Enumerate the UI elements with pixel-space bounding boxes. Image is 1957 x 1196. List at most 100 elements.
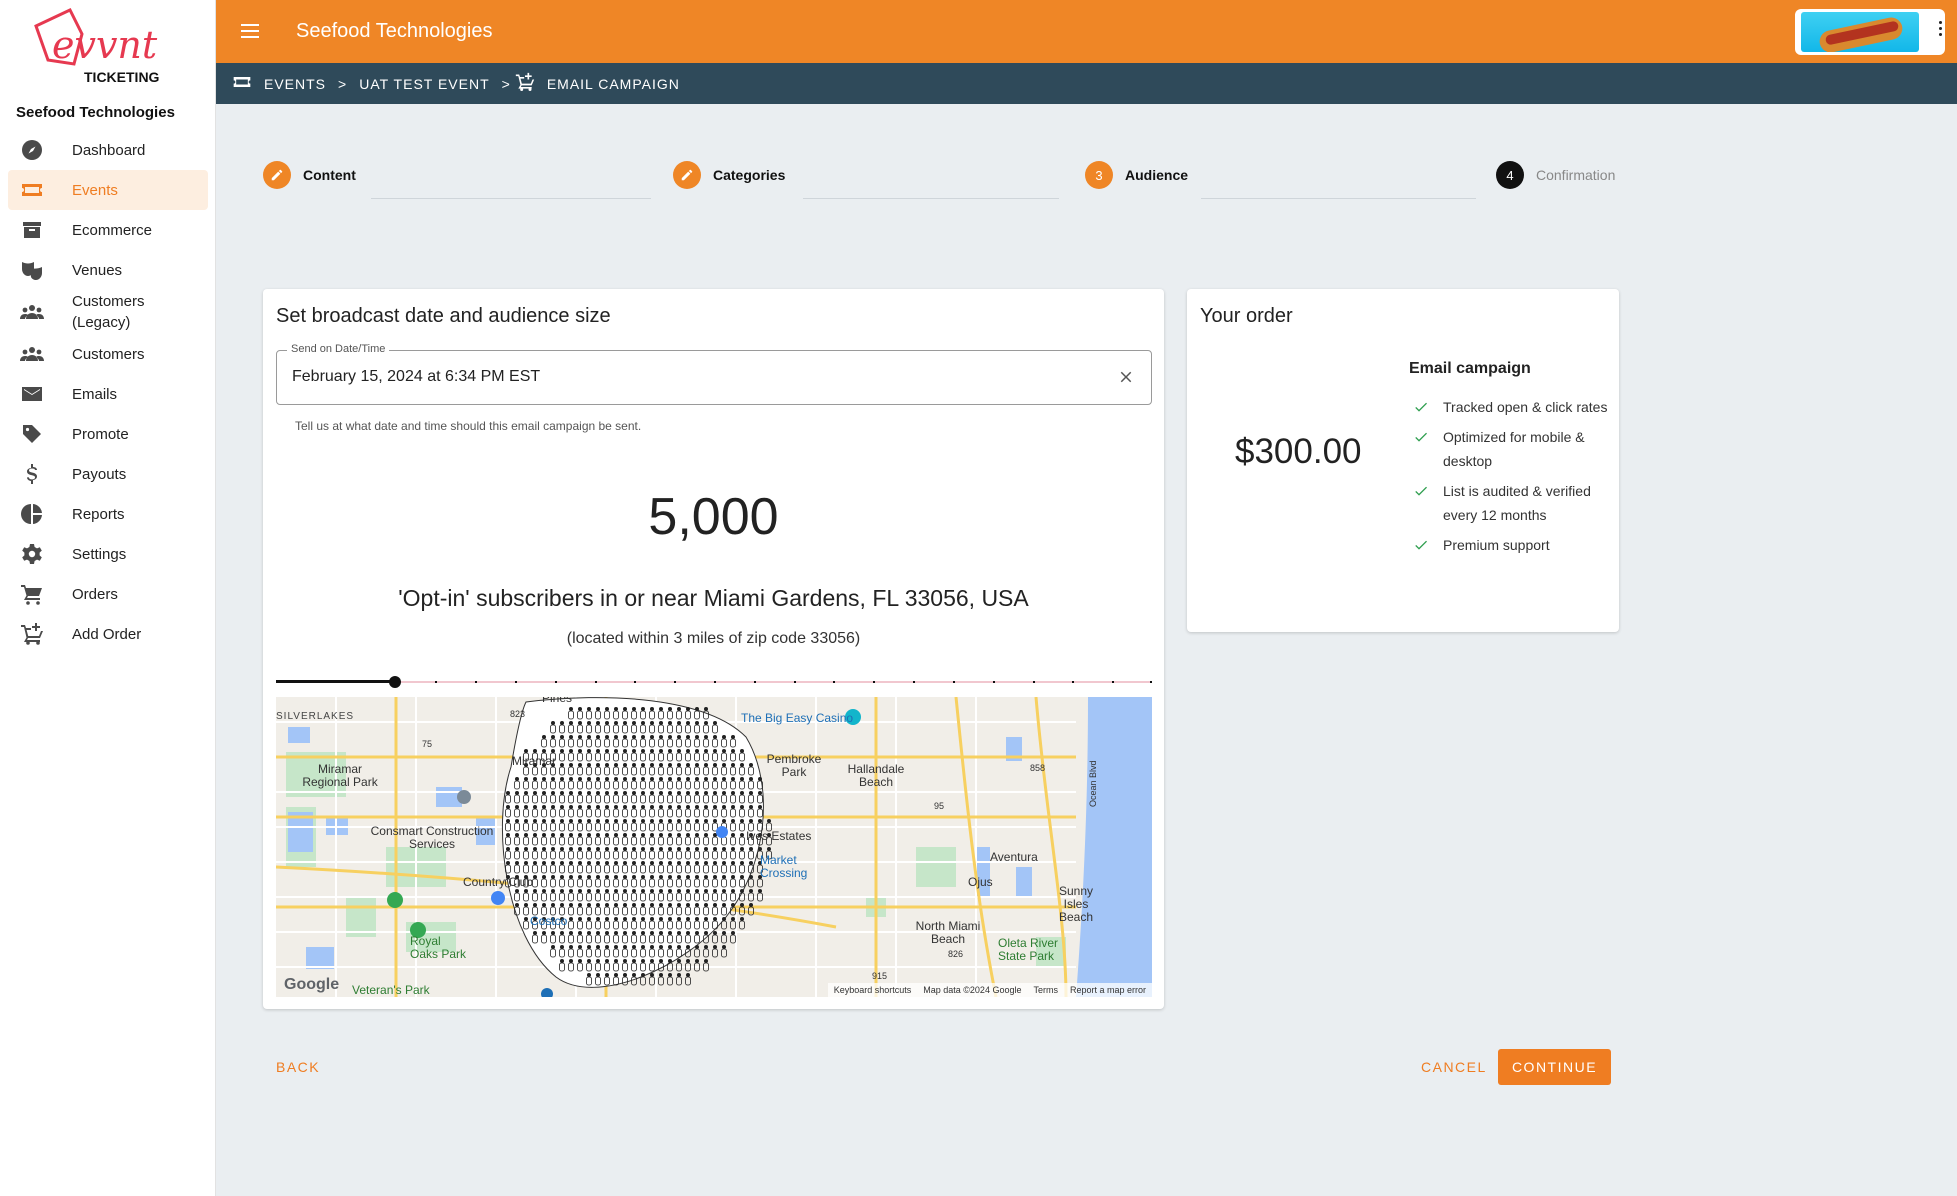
- breadcrumb-event[interactable]: UAT TEST EVENT: [359, 76, 489, 92]
- gear-icon: [8, 542, 56, 566]
- sidebar-item-settings[interactable]: Settings: [8, 534, 208, 574]
- order-price: $300.00: [1235, 432, 1362, 471]
- slider-step-mark: [913, 681, 915, 683]
- sidebar: evvnt TICKETING Seefood Technologies Das…: [0, 0, 216, 1196]
- map-label-market-crossing: Market Crossing: [760, 853, 808, 880]
- sidebar-item-customers-legacy[interactable]: Customers (Legacy): [8, 290, 208, 334]
- broadcast-card: Set broadcast date and audience size Sen…: [263, 289, 1164, 1009]
- sidebar-item-label: Payouts: [72, 465, 127, 483]
- audience-count: 5,000: [648, 488, 779, 546]
- sidebar-item-label: Reports: [72, 505, 125, 523]
- check-icon: [1415, 540, 1427, 550]
- send-date-value[interactable]: February 15, 2024 at 6:34 PM EST: [292, 368, 540, 386]
- sidebar-item-label: Settings: [72, 545, 127, 563]
- sidebar-item-orders[interactable]: Orders: [8, 574, 208, 614]
- breadcrumb-events[interactable]: EVENTS: [264, 76, 326, 92]
- avatar[interactable]: [1795, 9, 1945, 55]
- slider-step-mark: [435, 681, 437, 683]
- sidebar-item-label: Dashboard: [72, 141, 146, 159]
- cart-icon: [8, 582, 56, 606]
- map-road-95: 95: [934, 801, 945, 811]
- map-report-error-link[interactable]: Report a map error: [1064, 983, 1152, 997]
- step-number: 4: [1496, 161, 1524, 189]
- map-label-consmart: Consmart Construction Services: [370, 824, 494, 851]
- sidebar-item-payouts[interactable]: Payouts: [8, 454, 208, 494]
- breadcrumb-separator: >: [338, 75, 348, 92]
- slider-step-mark: [1150, 681, 1152, 683]
- slider-step-mark: [833, 681, 835, 683]
- cart-plus-icon: [8, 622, 56, 646]
- company-title: Seefood Technologies: [296, 20, 493, 42]
- svg-text:evvnt: evvnt: [52, 23, 158, 67]
- check-icon: [1415, 402, 1427, 412]
- cancel-button[interactable]: CANCEL: [1421, 1059, 1487, 1075]
- sidebar-item-label: Venues: [72, 261, 123, 279]
- sidebar-item-reports[interactable]: Reports: [8, 494, 208, 534]
- slider-step-mark: [714, 681, 716, 683]
- step-content[interactable]: Content: [263, 160, 356, 190]
- map-keyboard-shortcuts[interactable]: Keyboard shortcuts: [828, 983, 918, 997]
- broadcast-title: Set broadcast date and audience size: [276, 305, 611, 327]
- ticket-icon: [8, 178, 56, 202]
- evvnt-logo[interactable]: evvnt TICKETING: [30, 4, 190, 88]
- map-label-sunny-isles: Sunny Isles Beach: [1058, 884, 1094, 924]
- slider-step-mark: [674, 681, 676, 683]
- slider-step-mark: [555, 681, 557, 683]
- audience-map[interactable]: SILVERLAKES Pines Miramar Miramar Region…: [276, 697, 1152, 997]
- map-label-ocean-blvd: Ocean Blvd: [1088, 760, 1098, 807]
- sidebar-item-add-order[interactable]: Add Order: [8, 614, 208, 654]
- map-road-75: 75: [422, 739, 433, 749]
- audience-size-slider[interactable]: [276, 672, 1152, 692]
- continue-button[interactable]: CONTINUE: [1498, 1049, 1611, 1085]
- sidebar-item-dashboard[interactable]: Dashboard: [8, 130, 208, 170]
- map-label-costco: Costco: [530, 914, 568, 928]
- map-label-nmb: North Miami Beach: [915, 919, 981, 946]
- sidebar-item-label: Events: [72, 181, 118, 199]
- mail-icon: [8, 382, 56, 406]
- map-road-858: 858: [1030, 763, 1046, 773]
- map-label-oleta: Oleta River State Park: [998, 936, 1059, 963]
- stepper: Content Categories 3 Audience 4 Confirma…: [263, 160, 1621, 205]
- step-connector: [1201, 198, 1476, 199]
- send-date-label: Send on Date/Time: [287, 343, 390, 355]
- map-label-miramar-park: Miramar Regional Park: [302, 762, 378, 789]
- menu-icon[interactable]: [238, 20, 262, 44]
- sidebar-item-label: Orders: [72, 585, 118, 603]
- hot-dog-image: [1801, 12, 1919, 52]
- sidebar-item-label: Promote: [72, 425, 129, 443]
- slider-step-mark: [356, 681, 358, 683]
- more-vert-icon[interactable]: [1939, 21, 1943, 39]
- step-confirmation[interactable]: 4 Confirmation: [1496, 160, 1615, 190]
- map-road-915: 915: [872, 971, 888, 981]
- close-icon[interactable]: [1117, 368, 1135, 386]
- order-card: Your order $300.00 Email campaign Tracke…: [1187, 289, 1619, 632]
- map-label-hallandale: Hallandale Beach: [847, 762, 905, 789]
- sidebar-item-label: Customers (Legacy): [72, 293, 145, 331]
- map-label-aventura: Aventura: [990, 850, 1038, 864]
- step-audience[interactable]: 3 Audience: [1085, 160, 1188, 190]
- theater-masks-icon: [8, 258, 56, 282]
- map-label-big-easy: The Big Easy Casino: [741, 711, 854, 725]
- people-icon: [8, 300, 56, 324]
- sidebar-item-promote[interactable]: Promote: [8, 414, 208, 454]
- people-icon: [8, 342, 56, 366]
- step-categories[interactable]: Categories: [673, 160, 785, 190]
- slider-step-mark: [993, 681, 995, 683]
- audience-description: 'Opt-in' subscribers in or near Miami Ga…: [398, 585, 1029, 611]
- breadcrumb-separator: >: [501, 75, 511, 92]
- slider-step-mark: [754, 681, 756, 683]
- slider-step-mark: [595, 681, 597, 683]
- sidebar-item-events[interactable]: Events: [8, 170, 208, 210]
- map-road-826: 826: [948, 949, 964, 959]
- step-number: 3: [1085, 161, 1113, 189]
- back-button[interactable]: BACK: [276, 1059, 320, 1075]
- map-terms-link[interactable]: Terms: [1027, 983, 1064, 997]
- sidebar-item-customers[interactable]: Customers: [8, 334, 208, 374]
- sidebar-item-ecommerce[interactable]: Ecommerce: [8, 210, 208, 250]
- cart-plus-icon: [515, 72, 535, 95]
- sidebar-item-venues[interactable]: Venues: [8, 250, 208, 290]
- edit-icon: [263, 161, 291, 189]
- sidebar-item-emails[interactable]: Emails: [8, 374, 208, 414]
- send-date-field[interactable]: Send on Date/Time February 15, 2024 at 6…: [276, 343, 1152, 405]
- slider-step-mark: [475, 681, 477, 683]
